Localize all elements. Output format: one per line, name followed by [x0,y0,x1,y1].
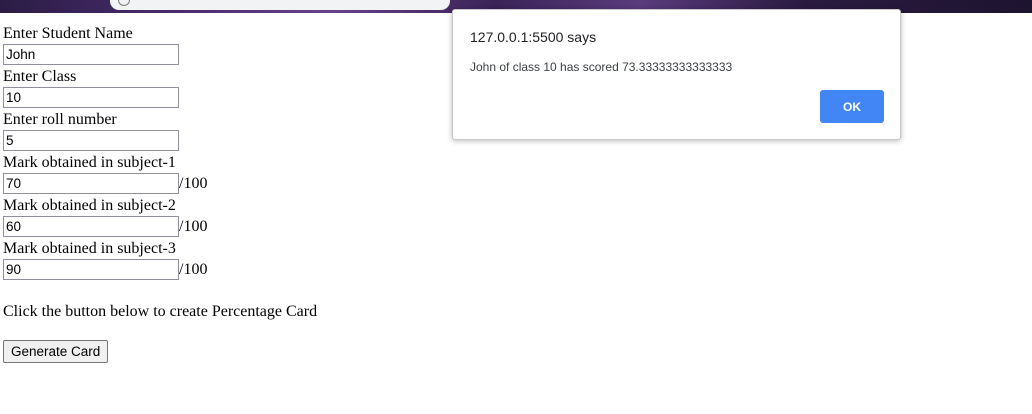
student-name-label: Enter Student Name [3,25,133,42]
subject3-out-of: /100 [179,261,208,278]
class-label: Enter Class [3,68,77,85]
instruction-text: Click the button below to create Percent… [3,303,318,320]
subject1-label: Mark obtained in subject-1 [3,154,176,171]
ok-button[interactable]: OK [820,90,884,123]
subject2-row: /100 [3,216,207,239]
student-form: Enter Student Name Enter Class Enter rol… [3,24,207,282]
subject2-input[interactable] [3,216,179,237]
roll-number-input[interactable] [3,130,179,151]
address-bar[interactable] [110,0,450,10]
subject1-input[interactable] [3,173,179,194]
dialog-title: 127.0.0.1:5500 says [470,29,597,45]
subject1-row: /100 [3,173,207,196]
subject3-label: Mark obtained in subject-3 [3,240,176,257]
roll-number-row [3,130,207,153]
student-name-row [3,44,207,67]
subject2-out-of: /100 [179,218,208,235]
student-name-input[interactable] [3,44,179,65]
site-info-icon[interactable] [118,0,130,6]
dialog-message: John of class 10 has scored 73.333333333… [470,60,733,74]
class-row [3,87,207,110]
subject2-label: Mark obtained in subject-2 [3,197,176,214]
alert-dialog: 127.0.0.1:5500 says John of class 10 has… [452,9,901,140]
roll-number-label: Enter roll number [3,111,117,128]
generate-card-button[interactable]: Generate Card [3,340,109,363]
class-input[interactable] [3,87,179,108]
subject3-row: /100 [3,259,207,282]
subject1-out-of: /100 [179,175,208,192]
subject3-input[interactable] [3,259,179,280]
